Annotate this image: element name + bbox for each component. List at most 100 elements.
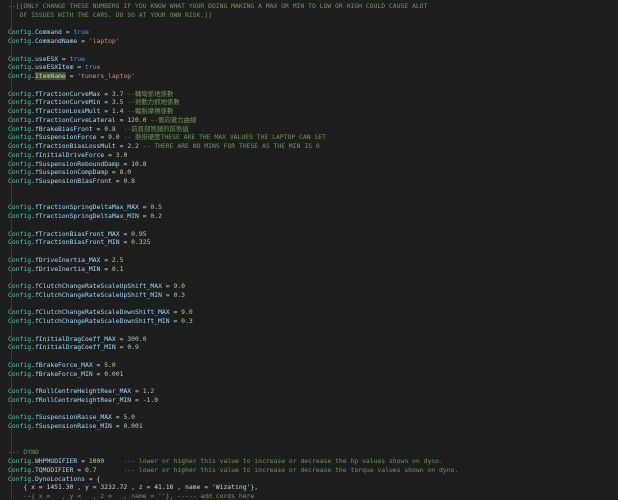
code-editor[interactable]: --[[ONLY CHANGE THESE NUMBERS IF YOU KNO… (0, 0, 618, 500)
code-line[interactable]: Config.fTractionBiasFront_MAX = 0.95 (8, 230, 147, 239)
comment-text: --- DYNO (8, 448, 39, 457)
config-table: Config (8, 369, 32, 378)
code-line[interactable]: Config.fSuspensionBiasFront = 0.8 (8, 177, 135, 186)
code-line[interactable]: Config.fTractionSpringDeltaMax_MIN = 0.2 (8, 212, 162, 221)
config-key: useESXItem (34, 63, 74, 72)
code-line[interactable]: Config.fTractionBiasLossMult = 2.2 -- TH… (8, 142, 320, 151)
config-table: Config (8, 255, 32, 264)
code-line[interactable]: Config.TQMODIFIER = 0.7 --- lower or hig… (8, 466, 458, 475)
config-table: Config (8, 334, 32, 343)
config-table: Config (8, 115, 32, 124)
config-key: fTractionCurveLateral (34, 115, 116, 124)
assign-operator: = (92, 360, 105, 369)
code-line[interactable]: Config.fClutchChangeRateScaleDownShift_M… (8, 317, 193, 326)
config-table: Config (8, 107, 32, 115)
code-line[interactable]: Config.fRollCentreHeightRear_MAX = 1.2 (8, 387, 154, 396)
assign-operator: = (100, 98, 112, 107)
config-table: Config (8, 422, 32, 430)
code-line[interactable]: Config.fTractionLossMult = 1.4 --輪胎摩擦係數 (8, 107, 173, 116)
code-line[interactable]: { x = 1451.30 , y = 3232.72 , z = 41.16 … (8, 483, 258, 492)
code-line[interactable]: --- DYNO (8, 448, 39, 457)
config-value: 8.0 (119, 168, 132, 177)
code-line[interactable]: Config.fTractionBiasFront_MIN = 0.325 (8, 238, 150, 247)
config-value: true (84, 63, 101, 72)
assign-operator: = (108, 168, 120, 177)
config-table: Config (8, 54, 32, 63)
config-value: -1.0 (142, 395, 159, 404)
config-key: fBrakeForce_MAX (34, 360, 93, 369)
code-line[interactable]: Config.CommandName = 'laptop' (8, 37, 120, 46)
code-line[interactable]: Config.fInitialDragCoeff_MAX = 300.0 (8, 335, 147, 344)
inline-comment: --轉彎抓地係數 (127, 89, 174, 98)
config-table: Config (8, 28, 32, 37)
code-line[interactable]: Config.fRollCentreHeightRear_MIN = -1.0 (8, 396, 158, 405)
code-lines[interactable]: --[[ONLY CHANGE THESE NUMBERS IF YOU KNO… (0, 0, 618, 500)
assign-operator: = (100, 89, 112, 98)
inline-comment: --輪胎摩擦係數 (127, 107, 174, 115)
assign-operator: = (115, 343, 128, 352)
config-table: Config (8, 474, 32, 483)
config-table: Config (8, 343, 32, 352)
config-value: true (73, 28, 89, 37)
config-table: Config (8, 229, 32, 238)
config-table: Config (8, 133, 32, 142)
code-line[interactable]: Config.fTractionSpringDeltaMax_MAX = 0.5 (8, 203, 162, 212)
assign-operator: = (111, 177, 124, 185)
config-value: 'tuners_laptop' (77, 72, 135, 80)
code-line[interactable]: Config.fSuspensionRaise_MIN = 0.001 (8, 422, 143, 431)
config-value: 0.3 (173, 290, 186, 299)
code-line[interactable]: --[[ONLY CHANGE THESE NUMBERS IF YOU KNO… (8, 2, 427, 11)
assign-operator: = (115, 142, 128, 150)
config-value: 0.001 (123, 422, 143, 430)
inline-comment: --側向著力曲線 (150, 115, 197, 124)
code-line[interactable]: Config.fSuspensionRaise_MAX = 5.0 (8, 413, 135, 422)
config-table: Config (8, 98, 32, 107)
config-key: fSuspensionCompDamp (34, 168, 109, 177)
code-line[interactable]: Config.fDriveInertia_MAX = 2.5 (8, 256, 123, 265)
config-table: Config (8, 150, 32, 159)
code-line[interactable]: Config.fClutchChangeRateScaleUpShift_MAX… (8, 282, 185, 291)
code-line[interactable]: --{ x = , y = , z = , name = ''}, ----- … (8, 492, 254, 500)
code-line[interactable]: Config.DynoLocations = { (8, 475, 100, 484)
code-line[interactable]: Config.fClutchChangeRateScaleUpShift_MIN… (8, 291, 185, 300)
config-value: 0.95 (131, 229, 147, 238)
code-line[interactable]: Config.fBrakeForce_MIN = 0.001 (8, 370, 123, 379)
config-value: 0.8 (104, 124, 116, 133)
code-line[interactable]: Config.ItemName = 'tuners_laptop' (8, 72, 135, 81)
code-line[interactable]: OF ISSUES WITH THE CARS. DO SO AT YOUR O… (8, 11, 212, 20)
config-key: fClutchChangeRateScaleDownShift_MIN (34, 317, 170, 325)
config-value: 2.5 (111, 255, 124, 264)
code-line[interactable]: Config.fInitialDragCoeff_MIN = 0.9 (8, 343, 139, 352)
code-line[interactable]: Config.fSuspensionForce = 9.0 -- 懸掛硬度THE… (8, 133, 326, 142)
code-line[interactable]: Config.fDriveInertia_MIN = 0.1 (8, 265, 123, 274)
assign-operator: = (115, 334, 128, 343)
assign-operator: = (131, 387, 143, 395)
config-table: Config (8, 177, 32, 185)
code-line[interactable]: Config.WHPMODIFIER = 1000 --- lower or h… (8, 457, 443, 466)
comment-text: --{ x = , y = , z = , name = ''}, ----- … (8, 492, 255, 500)
code-line[interactable]: Config.fBrakeForce_MAX = 5.0 (8, 361, 116, 370)
assign-operator: = (169, 317, 182, 325)
config-value: 0.3 (181, 317, 193, 325)
config-value: 0.5 (150, 203, 162, 212)
code-line[interactable]: Config.fTractionCurveLateral = 120.0 --側… (8, 116, 196, 125)
config-value: { (96, 474, 101, 483)
inline-comment: --- lower or higher this value to increa… (123, 457, 443, 465)
config-table: Config (8, 89, 32, 98)
assign-operator: = (92, 369, 105, 378)
code-line[interactable]: Config.fClutchChangeRateScaleDownShift_M… (8, 308, 193, 317)
code-line[interactable]: Config.useESXItem = true (8, 63, 100, 72)
assign-operator: = (100, 255, 112, 264)
code-line[interactable]: Config.fTractionCurveMin = 3.5 --剎動力抓地係數 (8, 98, 180, 107)
assign-operator: = (65, 72, 78, 80)
inline-comment: --前頁部煞錶的前煞值 (123, 124, 189, 133)
code-line[interactable]: Config.Command = true (8, 28, 89, 37)
config-key: DynoLocations (34, 474, 85, 483)
code-line[interactable]: Config.fSuspensionReboundDamp = 10.8 (8, 160, 147, 169)
code-line[interactable]: Config.useESX = true (8, 55, 85, 64)
config-value: 0.325 (131, 238, 151, 247)
code-line[interactable]: Config.fSuspensionCompDamp = 8.0 (8, 168, 131, 177)
code-line[interactable]: Config.fInitialDriveForce = 3.0 (8, 151, 127, 160)
config-key: fRollCentreHeightRear_MAX (34, 387, 132, 395)
